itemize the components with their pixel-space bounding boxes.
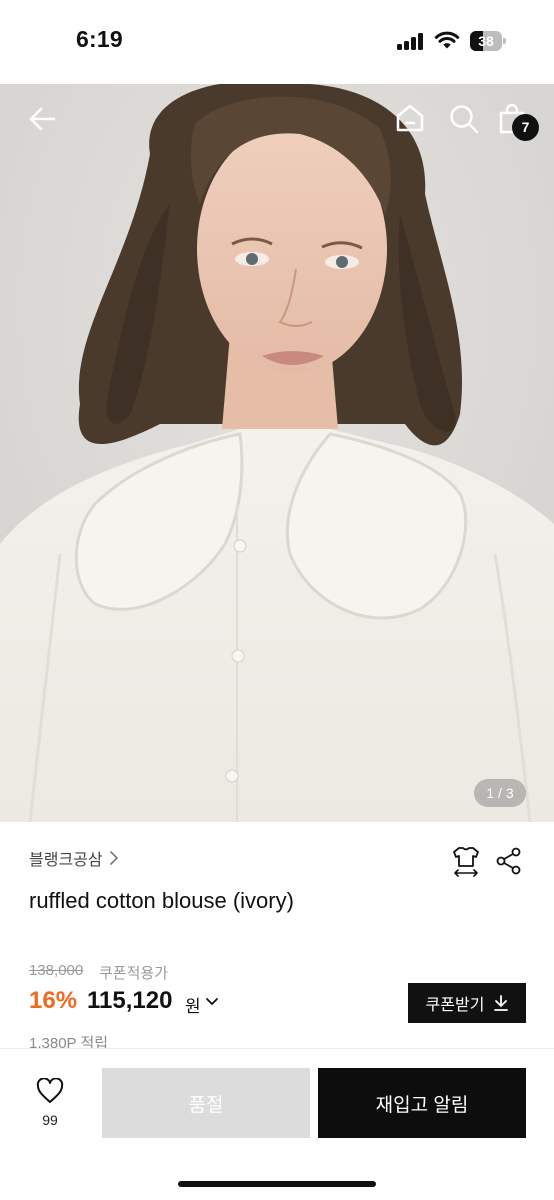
search-icon[interactable] <box>449 104 479 134</box>
restock-alert-button[interactable]: 재입고 알림 <box>318 1068 526 1138</box>
restock-alert-label: 재입고 알림 <box>375 1094 469 1116</box>
size-guide-icon[interactable] <box>450 845 482 877</box>
battery-icon: 38 <box>470 31 506 51</box>
soldout-label: 품절 <box>188 1094 224 1116</box>
sale-price: 115,120 <box>87 987 173 1014</box>
soldout-button: 품절 <box>102 1068 310 1138</box>
wifi-icon <box>434 31 460 49</box>
product-name: ruffled cotton blouse (ivory) <box>29 888 294 913</box>
image-page-indicator: 1 / 3 <box>474 779 526 807</box>
currency-unit: 원 <box>185 997 201 1016</box>
get-coupon-label: 쿠폰받기 <box>425 997 485 1014</box>
heart-icon <box>36 1077 64 1103</box>
home-indicator <box>178 1181 376 1187</box>
status-time: 6:19 <box>76 26 123 52</box>
brand-link[interactable]: 블랭크공삼 <box>29 846 119 870</box>
discount-rate: 16% <box>29 987 78 1014</box>
product-image[interactable] <box>0 84 554 822</box>
coupon-price-label: 쿠폰적용가 <box>99 965 169 982</box>
status-bar: 6:19 38 <box>0 0 554 84</box>
like-button[interactable] <box>20 1077 80 1109</box>
back-arrow-icon[interactable] <box>28 105 56 133</box>
like-count: 99 <box>42 1112 58 1128</box>
download-icon <box>494 995 509 1011</box>
brand-name: 블랭크공삼 <box>29 852 103 869</box>
chevron-right-icon <box>109 851 118 865</box>
signal-icon <box>397 33 427 50</box>
share-icon[interactable] <box>496 847 522 875</box>
battery-level: 38 <box>478 33 494 49</box>
product-photo <box>0 84 554 822</box>
reward-points: 1,380P 적립 <box>29 1035 109 1048</box>
cart-count-badge: 7 <box>512 114 539 141</box>
chevron-down-icon[interactable] <box>205 997 219 1007</box>
get-coupon-button[interactable]: 쿠폰받기 <box>408 983 526 1023</box>
home-icon[interactable] <box>395 103 425 133</box>
original-price: 138,000 <box>29 962 84 979</box>
